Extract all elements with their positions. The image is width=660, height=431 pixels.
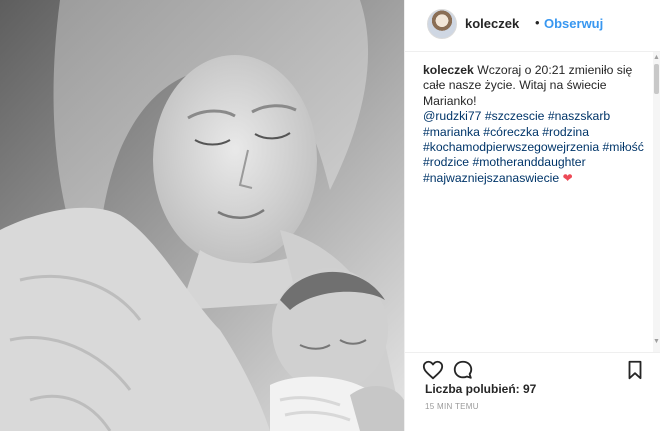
caption-username[interactable]: koleczek bbox=[423, 63, 474, 77]
scroll-up-arrow-icon[interactable]: ▲ bbox=[653, 54, 660, 62]
post-photo[interactable] bbox=[0, 0, 404, 431]
bookmark-icon bbox=[628, 360, 642, 380]
comment-bubble-icon bbox=[453, 360, 473, 379]
likes-count[interactable]: Liczba polubień: 97 bbox=[425, 382, 536, 396]
hashtag[interactable]: #rodzice bbox=[423, 155, 469, 169]
header-separator: • bbox=[535, 15, 540, 30]
hashtag[interactable]: #szczescie bbox=[485, 109, 545, 123]
avatar[interactable] bbox=[427, 9, 457, 39]
post-timestamp[interactable]: 15 MIN TEMU bbox=[425, 402, 479, 411]
caption-scrollbar[interactable] bbox=[653, 52, 660, 352]
hashtag[interactable]: #marianka bbox=[423, 125, 480, 139]
instagram-post: koleczek • Obserwuj koleczek Wczoraj o 2… bbox=[0, 0, 660, 431]
like-button[interactable] bbox=[422, 359, 444, 381]
hashtag[interactable]: #motheranddaughter bbox=[472, 155, 585, 169]
post-actions bbox=[405, 352, 660, 380]
hashtag[interactable]: #naszskarb bbox=[548, 109, 610, 123]
hashtag[interactable]: #najwazniejszanaswiecie bbox=[423, 171, 559, 185]
follow-button[interactable]: Obserwuj bbox=[544, 16, 603, 31]
post-header: koleczek • Obserwuj bbox=[405, 0, 660, 52]
photo-illustration bbox=[0, 0, 404, 431]
save-button[interactable] bbox=[624, 359, 646, 381]
hashtag[interactable]: #miłość bbox=[603, 140, 644, 154]
hashtag[interactable]: #córeczka bbox=[483, 125, 539, 139]
heart-emoji: ❤ bbox=[562, 170, 573, 185]
scrollbar-thumb[interactable] bbox=[654, 64, 659, 94]
scroll-down-arrow-icon[interactable]: ▼ bbox=[653, 338, 660, 346]
header-username[interactable]: koleczek bbox=[465, 16, 519, 31]
post-side-panel: koleczek • Obserwuj koleczek Wczoraj o 2… bbox=[404, 0, 660, 431]
hashtag[interactable]: #kochamodpierwszegowejrzenia bbox=[423, 140, 599, 154]
hashtag[interactable]: #rodzina bbox=[542, 125, 589, 139]
post-caption: koleczek Wczoraj o 20:21 zmieniło się ca… bbox=[423, 63, 651, 186]
comment-button[interactable] bbox=[452, 359, 474, 381]
heart-outline-icon bbox=[422, 360, 444, 380]
hashtag[interactable]: @rudzki77 bbox=[423, 109, 481, 123]
